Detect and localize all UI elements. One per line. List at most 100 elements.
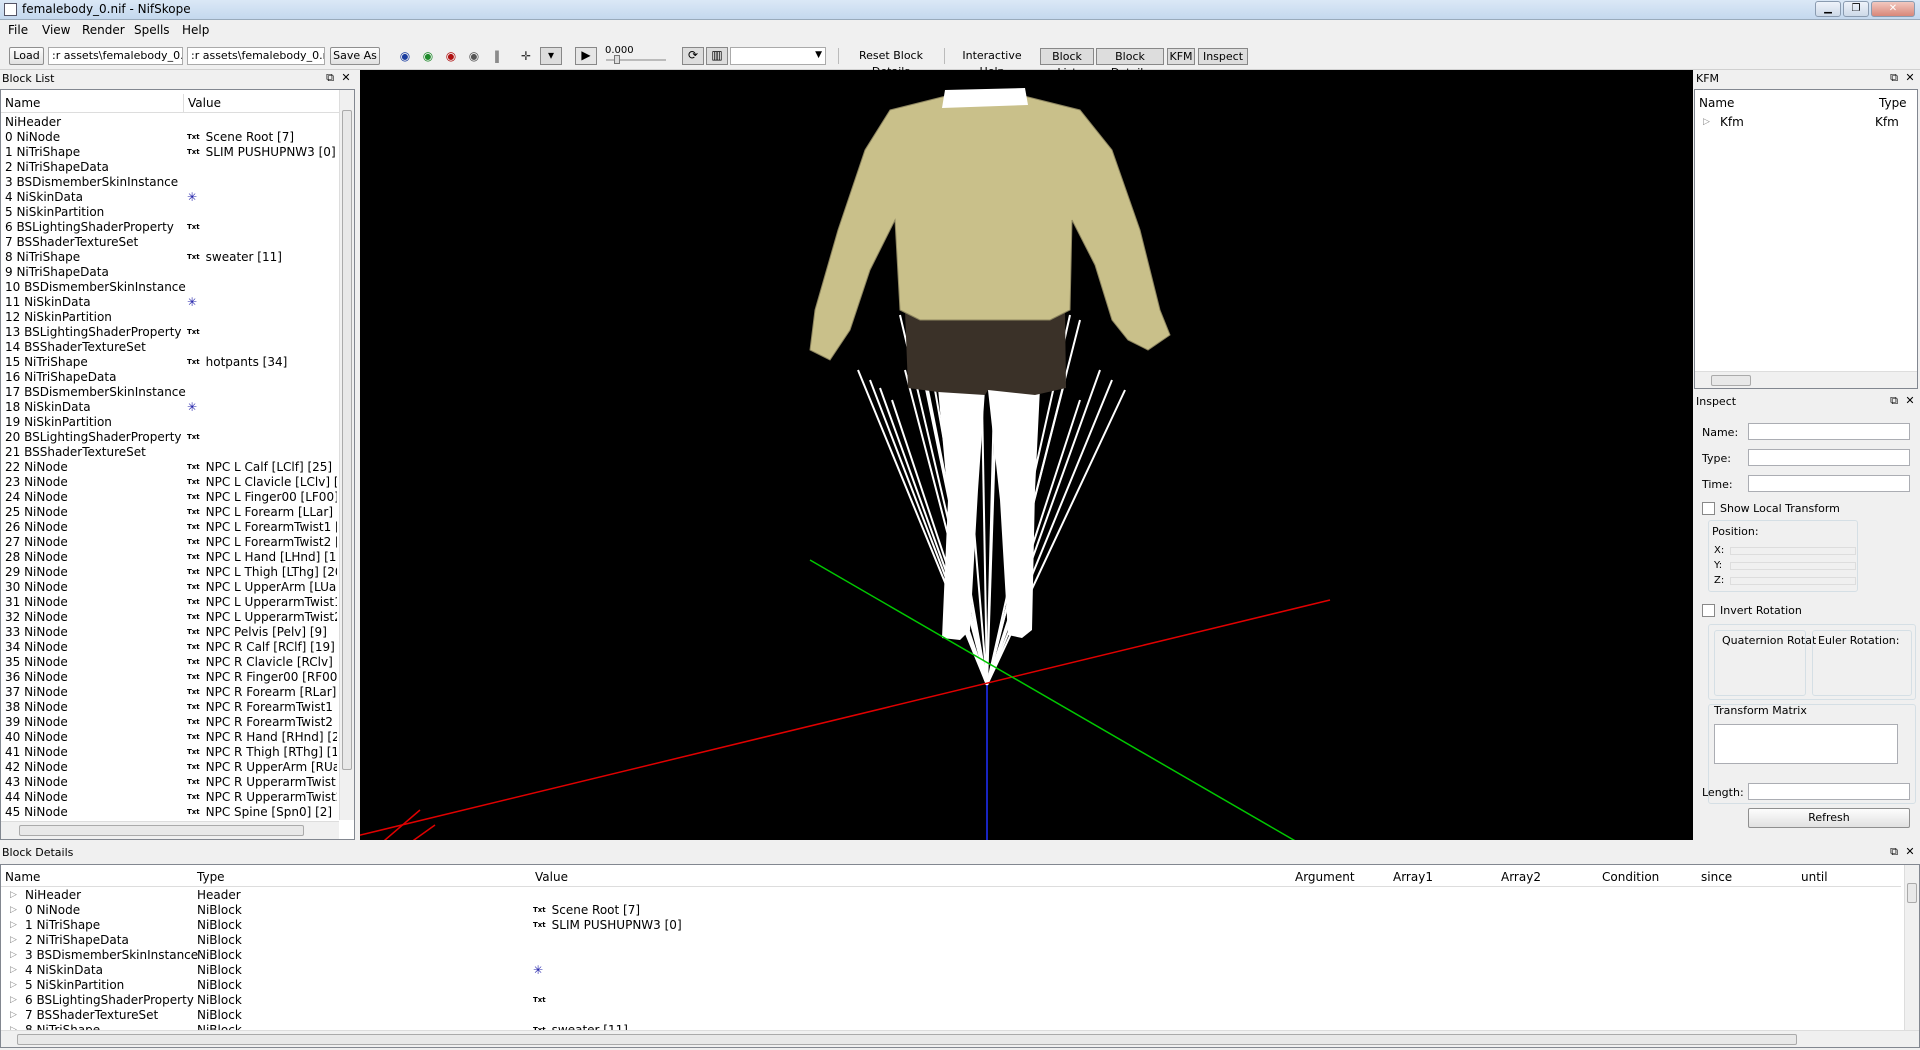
scroll-thumb[interactable] [1711,375,1751,386]
switch-icon[interactable]: ▥ [706,47,728,65]
block-list-row[interactable]: 17 BSDismemberSkinInstance [1,385,341,400]
column-name[interactable]: Name [1,868,40,887]
block-list-row[interactable]: 24 NiNode Txt NPC L Finger00 [LF00] [29 [1,490,341,505]
block-list-row[interactable]: 38 NiNode Txt NPC R ForearmTwist1 [RL [1,700,341,715]
menu-spells[interactable]: Spells [134,23,170,37]
expand-icon[interactable]: ▷ [10,918,17,933]
block-list-row[interactable]: 44 NiNode Txt NPC R UpperarmTwist2 [l [1,790,341,805]
block-details-hscroll[interactable] [1,1030,1919,1047]
expand-icon[interactable]: ▷ [10,978,17,993]
block-details-row[interactable]: ▷ 7 BSShaderTextureSet NiBlock [1,1008,1901,1023]
block-list-hscroll[interactable] [1,821,339,839]
expand-icon[interactable]: ▷ [10,888,17,903]
column-value[interactable]: Value [183,94,221,113]
close-icon[interactable]: ✕ [1904,845,1916,859]
save-as-button[interactable]: Save As [330,47,380,65]
column-until[interactable]: until [1797,868,1828,887]
kfm-hscroll[interactable] [1695,371,1917,388]
block-list-row[interactable]: 19 NiSkinPartition [1,415,341,430]
block-list-vscroll[interactable] [339,90,354,820]
block-list-row[interactable]: 10 BSDismemberSkinInstance [1,280,341,295]
block-list-row[interactable]: 21 BSShaderTextureSet [1,445,341,460]
x-field[interactable] [1730,547,1856,555]
expand-icon[interactable]: ▷ [1703,115,1710,130]
tab-block-details[interactable]: Block Details [1096,48,1164,79]
block-details-row[interactable]: ▷ 1 NiTriShape NiBlock Txt SLIM PUSHUPNW3 [0… [1,918,1901,933]
z-field[interactable] [1730,577,1856,585]
block-list-row[interactable]: 2 NiTriShapeData [1,160,341,175]
save-path-field[interactable]: :r assets\femalebody_0.nif [187,47,325,65]
block-list-row[interactable]: 45 NiNode Txt NPC Spine [Spn0] [2] [1,805,341,820]
length-field[interactable] [1748,783,1910,800]
block-list-row[interactable]: 26 NiNode Txt NPC L ForearmTwist1 [LL [1,520,341,535]
block-details-row[interactable]: ▷ 4 NiSkinData NiBlock ✳ [1,963,1901,978]
block-list-row[interactable]: 25 NiNode Txt NPC L Forearm [LLar] [32 [1,505,341,520]
kfm-view[interactable]: Name Type ▷ Kfm Kfm [1694,89,1918,389]
scene-canvas[interactable] [360,70,1693,840]
tab-inspect[interactable]: Inspect [1198,48,1248,65]
block-list-row[interactable]: 40 NiNode Txt NPC R Hand [RHnd] [23] [1,730,341,745]
scroll-thumb[interactable] [342,110,352,770]
refresh-button[interactable]: Refresh [1748,808,1910,828]
block-details-row[interactable]: ▷ 5 NiSkinPartition NiBlock [1,978,1901,993]
close-window-button[interactable]: ✕ [1871,1,1915,17]
view-eye-green-icon[interactable]: ◉ [419,49,437,63]
view-eye-icon[interactable]: ◉ [396,49,414,63]
block-list-row[interactable]: 34 NiNode Txt NPC R Calf [RClf] [19] [1,640,341,655]
block-list-row[interactable]: 28 NiNode Txt NPC L Hand [LHnd] [10] [1,550,341,565]
block-list-row[interactable]: 31 NiNode Txt NPC L UpperarmTwist1 [l [1,595,341,610]
column-array1[interactable]: Array1 [1389,868,1433,887]
menu-file[interactable]: File [8,23,28,37]
tab-kfm[interactable]: KFM [1167,48,1195,65]
block-list-row[interactable]: 35 NiNode Txt NPC R Clavicle [RClv] [17 [1,655,341,670]
block-details-vscroll[interactable] [1904,865,1919,1030]
block-list-row[interactable]: 39 NiNode Txt NPC R ForearmTwist2 [RL [1,715,341,730]
float-icon[interactable]: ⧉ [1888,394,1900,408]
block-list-row[interactable]: 7 BSShaderTextureSet [1,235,341,250]
load-path-field[interactable]: :r assets\femalebody_0.nif [48,47,183,65]
block-list-row[interactable]: 6 BSLightingShaderProperty Txt [1,220,341,235]
block-list-row[interactable]: 18 NiSkinData ✳ [1,400,341,415]
block-list-row[interactable]: 36 NiNode Txt NPC R Finger00 [RF00] [8 [1,670,341,685]
minimize-button[interactable]: ▁ [1815,1,1841,17]
menu-view[interactable]: View [42,23,70,37]
load-button[interactable]: Load [9,47,44,65]
block-list-row[interactable]: 41 NiNode Txt NPC R Thigh [RThg] [16] [1,745,341,760]
block-details-row[interactable]: ▷ 2 NiTriShapeData NiBlock [1,933,1901,948]
time-slider-handle[interactable] [614,55,620,64]
block-details-row[interactable]: ▷ 6 BSLightingShaderProperty NiBlock Txt [1,993,1901,1008]
close-icon[interactable]: ✕ [1904,394,1916,408]
interactive-help-button[interactable]: Interactive Help [950,48,1034,78]
block-list-row[interactable]: 5 NiSkinPartition [1,205,341,220]
block-list-row[interactable]: 12 NiSkinPartition [1,310,341,325]
column-name[interactable]: Name [1,94,40,113]
block-list-row[interactable]: 29 NiNode Txt NPC L Thigh [LThg] [20] [1,565,341,580]
menu-help[interactable]: Help [182,23,209,37]
close-icon[interactable]: ✕ [340,71,352,85]
block-list-row[interactable]: 43 NiNode Txt NPC R UpperarmTwist1 [l [1,775,341,790]
column-since[interactable]: since [1697,868,1732,887]
kfm-row[interactable]: ▷ Kfm Kfm [1695,115,1917,130]
block-list-row[interactable]: 27 NiNode Txt NPC L ForearmTwist2 [LL [1,535,341,550]
block-list-row[interactable]: 4 NiSkinData ✳ [1,190,341,205]
type-field[interactable] [1748,449,1910,466]
close-icon[interactable]: ✕ [1904,71,1916,85]
tab-block-list[interactable]: Block List [1040,48,1094,79]
skeleton-icon[interactable]: ‖ [488,49,506,63]
column-array2[interactable]: Array2 [1497,868,1541,887]
block-list-view[interactable]: Name Value NiHeader 0 NiNode Txt Scene Root… [0,89,355,840]
block-list-row[interactable]: 3 BSDismemberSkinInstance [1,175,341,190]
block-details-row[interactable]: ▷ NiHeader Header [1,888,1901,903]
scroll-thumb[interactable] [17,1034,1797,1045]
column-type[interactable]: Type [1875,94,1907,113]
column-name[interactable]: Name [1695,94,1734,113]
block-list-row[interactable]: 16 NiTriShapeData [1,370,341,385]
block-details-row[interactable]: ▷ 3 BSDismemberSkinInstance NiBlock [1,948,1901,963]
block-list-row[interactable]: 37 NiNode Txt NPC R Forearm [RLar] [26 [1,685,341,700]
block-list-row[interactable]: 0 NiNode Txt Scene Root [7] [1,130,341,145]
column-argument[interactable]: Argument [1291,868,1355,887]
menu-render[interactable]: Render [82,23,125,37]
block-list-row[interactable]: 14 BSShaderTextureSet [1,340,341,355]
loop-icon[interactable]: ⟳ [682,47,704,65]
block-list-row[interactable]: 15 NiTriShape Txt hotpants [34] [1,355,341,370]
